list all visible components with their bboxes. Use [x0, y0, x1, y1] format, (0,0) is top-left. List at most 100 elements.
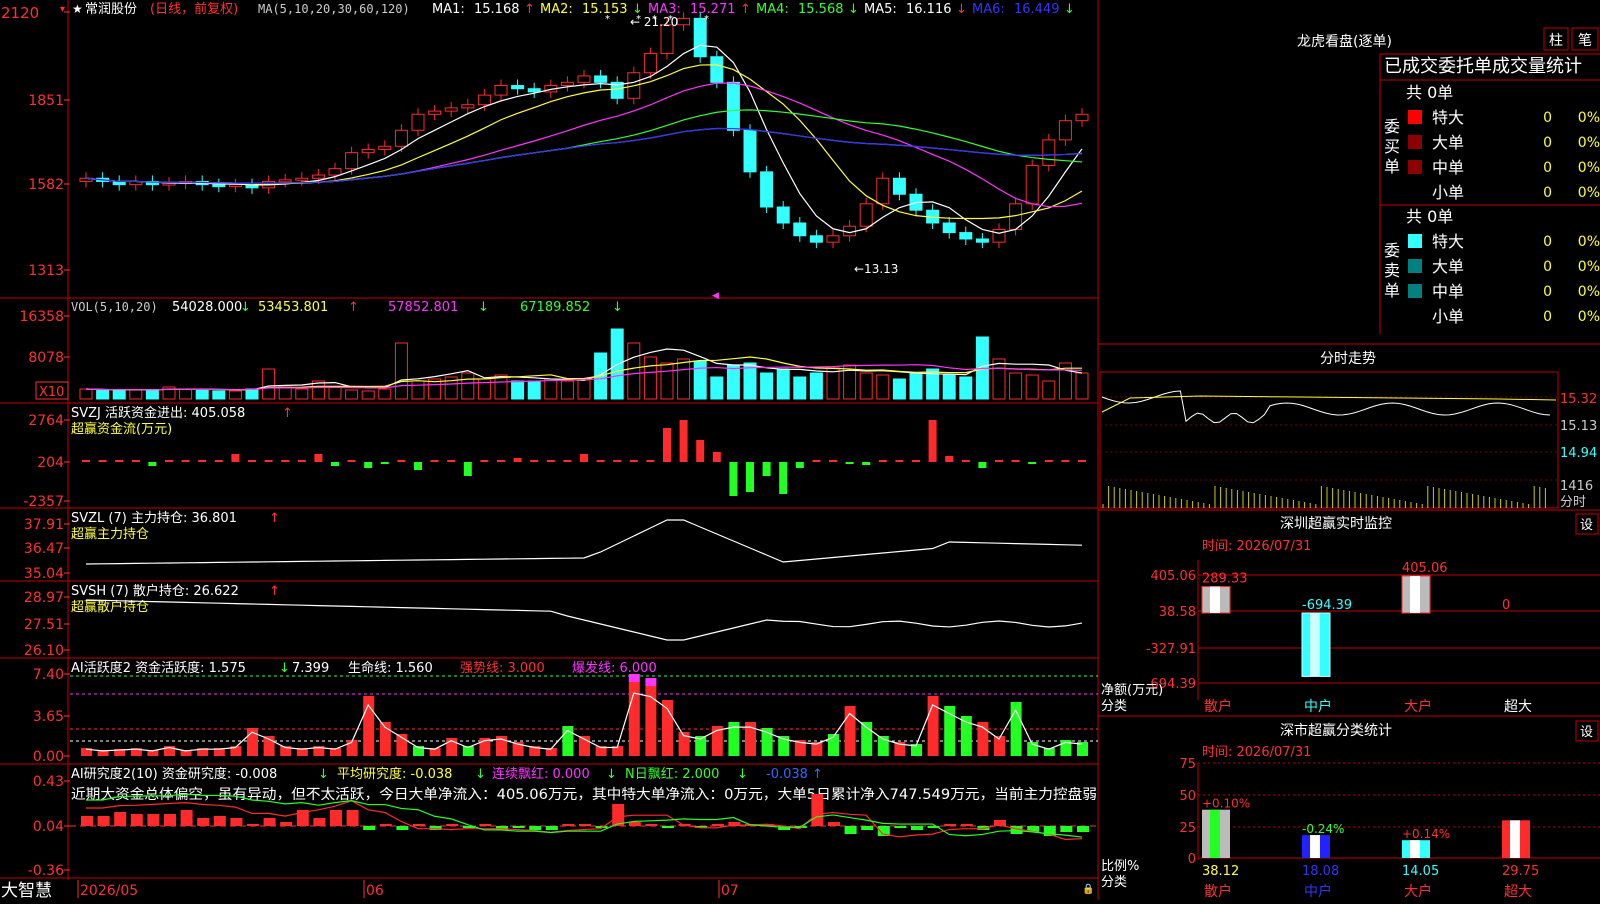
lhb-row-pct: 0%	[1578, 135, 1600, 151]
vol-unit: X10	[39, 385, 64, 400]
favorite-star-icon[interactable]: ★	[72, 2, 83, 16]
vol-label: VOL(5,10,20)	[71, 300, 158, 314]
ma-legend-value: 15.168	[474, 2, 520, 17]
axis-tick-label: 27.51	[24, 617, 64, 633]
research-bar	[579, 824, 591, 826]
intraday-volume: 1416	[1560, 479, 1593, 494]
ai2-label: AI研究度2(10) 资金研究度: -0.008	[71, 766, 277, 782]
candle-body	[743, 129, 757, 173]
fund-flow-bar	[1044, 460, 1053, 462]
research-bar	[97, 816, 110, 826]
fund-flow-bar	[629, 460, 638, 462]
volume-bar	[262, 368, 276, 400]
fund-flow-bar	[98, 460, 107, 462]
axis-tick-label: 2764	[28, 413, 64, 429]
sz-class-time: 时间: 2026/07/31	[1202, 745, 1311, 760]
fund-flow-bar	[795, 462, 804, 468]
fund-flow-bar	[214, 460, 223, 462]
lock-icon[interactable]: 🔒	[1082, 883, 1094, 895]
intraday-price: 15.32	[1560, 392, 1597, 407]
column-mode-label: 柱	[1549, 33, 1563, 49]
axis-tick-label: 7.40	[33, 667, 64, 683]
candle-body	[311, 174, 325, 179]
fund-flow-bar	[297, 460, 306, 462]
volume-bar	[909, 372, 923, 400]
lhb-row-value: 0	[1543, 234, 1552, 250]
lhb-side-char: 单	[1384, 157, 1400, 176]
research-bar	[512, 826, 525, 828]
volume-bar	[992, 358, 1006, 400]
candle-body	[992, 228, 1006, 243]
volume-bar	[79, 388, 93, 400]
volume-bar	[295, 388, 309, 400]
candle-body	[859, 203, 873, 227]
volume-bar	[394, 342, 408, 400]
fund-flow-bar	[181, 460, 190, 462]
research-bar	[263, 818, 276, 826]
lhb-color-swatch	[1408, 110, 1422, 124]
fund-flow-bar	[712, 452, 721, 462]
lhb-row-pct: 0%	[1578, 234, 1600, 250]
fund-flow-bar	[148, 462, 157, 466]
monitor-axis-label: 405.06	[1151, 569, 1197, 584]
lhb-row-label: 小单	[1432, 183, 1464, 202]
period-label[interactable]: (日线，前复权)	[150, 1, 238, 17]
fund-flow-bar	[347, 460, 356, 462]
ma-legend-value: 15.271	[690, 2, 736, 17]
volume-bar	[660, 362, 674, 400]
research-bar	[280, 822, 293, 826]
candle-body	[394, 129, 408, 147]
fund-flow-bar	[248, 460, 256, 462]
research-bar	[1077, 826, 1089, 832]
lhb-header: 已成交委托单成交量统计	[1384, 56, 1582, 77]
vol-arrow: ↓	[240, 300, 251, 315]
lhb-row-label: 特大	[1432, 108, 1464, 127]
lhb-row-label: 特大	[1432, 232, 1464, 251]
category-label: 中户	[1304, 883, 1332, 900]
ma-legend-value: 16.116	[906, 2, 952, 17]
menu-arrow-icon[interactable]: ▾	[60, 4, 65, 15]
vol-ma2-arrow: ↓	[478, 300, 489, 315]
research-bar	[363, 826, 376, 830]
lhb-side-char: 单	[1384, 281, 1400, 300]
monitor-axis-label: 38.58	[1159, 605, 1196, 620]
candle-body	[527, 88, 541, 93]
class-axis-label: 75	[1179, 757, 1196, 772]
research-bar	[379, 824, 392, 826]
svsh-arrow: ↑	[269, 584, 280, 599]
volume-bar	[1042, 380, 1056, 400]
sz-monitor-ylabel: 净额(万元)	[1101, 683, 1163, 698]
net-flow-bar-shine	[1210, 586, 1220, 613]
ai1-v2: 7.399	[292, 661, 329, 676]
volume-bar	[560, 380, 574, 400]
class-axis-label: 0	[1188, 852, 1196, 867]
lhb-row-label: 中单	[1432, 282, 1464, 301]
stock-name[interactable]: 常润股份	[85, 2, 137, 17]
lhb-total: 共 0单	[1406, 83, 1453, 102]
lhb-row-value: 0	[1543, 135, 1552, 151]
ma-legend-arrow: ↓	[848, 2, 859, 17]
lhb-row-pct: 0%	[1578, 185, 1600, 201]
candle-body	[1058, 120, 1072, 141]
ai2-axis: 0.43 0.04 -0.36	[28, 774, 70, 879]
fund-flow-bar	[762, 462, 771, 476]
axis-tick-label: 1582	[28, 177, 64, 193]
volume-bar	[361, 390, 375, 400]
lhb-side-char: 卖	[1384, 261, 1400, 280]
activity-bar-cap	[645, 678, 657, 686]
date-label: 2026/05	[80, 883, 138, 899]
fund-flow-bar	[580, 454, 588, 462]
research-bar	[330, 810, 342, 826]
volume-bar	[793, 376, 807, 400]
ma-legend-arrow: ↓	[1064, 2, 1075, 17]
volume-bar	[228, 390, 242, 400]
lhb-total: 共 0单	[1406, 207, 1453, 226]
event-star-icon: *	[668, 14, 673, 25]
volume-bar	[876, 374, 890, 400]
fund-flow-bar	[928, 420, 937, 462]
research-bar	[230, 818, 243, 826]
fund-flow-bar	[281, 460, 290, 462]
fund-flow-bar	[115, 460, 124, 462]
fund-flow-bar	[1061, 460, 1070, 462]
volume-bar	[145, 389, 159, 400]
